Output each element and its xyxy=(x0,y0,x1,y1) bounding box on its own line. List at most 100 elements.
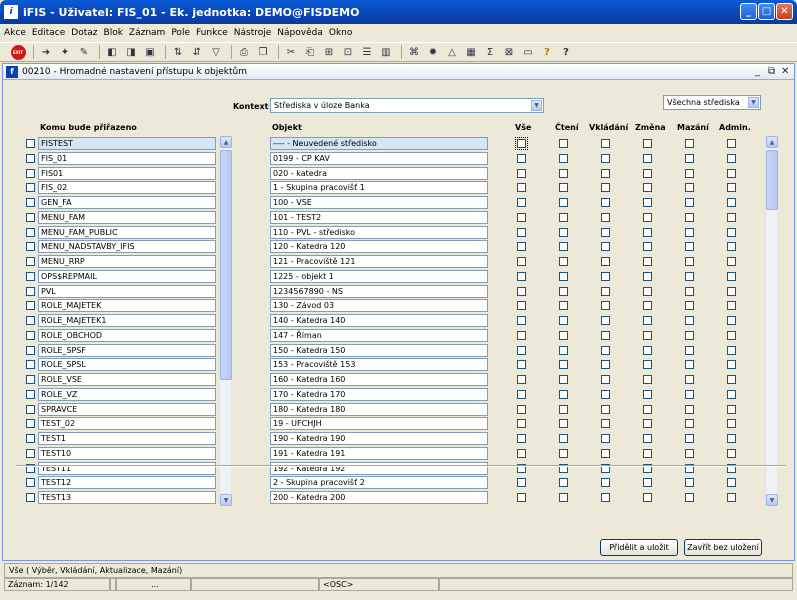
object-field[interactable]: 180 - Katedra 180 xyxy=(270,402,488,416)
menu-item-7[interactable]: Nástroje xyxy=(234,28,272,38)
permission-checkbox[interactable] xyxy=(559,419,568,429)
object-field[interactable]: 110 - PVL - středisko xyxy=(270,225,488,239)
permission-checkbox[interactable] xyxy=(685,434,694,443)
object-field[interactable]: 101 - TEST2 xyxy=(270,210,488,224)
menu-item-3[interactable]: Blok xyxy=(104,28,123,38)
filter-select[interactable]: Všechna střediska ▼ xyxy=(663,95,761,110)
object-field[interactable]: 192 - Katedra 192 xyxy=(270,461,488,475)
assignee-field[interactable]: TEST10 xyxy=(38,446,216,460)
permission-checkbox[interactable] xyxy=(559,286,568,296)
help-icon[interactable]: ? xyxy=(539,44,555,60)
close-without-save-button[interactable]: Zavřít bez uložení xyxy=(684,539,762,556)
permission-checkbox[interactable] xyxy=(517,404,526,414)
permission-checkbox[interactable] xyxy=(727,183,736,193)
scroll-down-icon[interactable]: ▼ xyxy=(220,494,232,506)
row-select-checkbox[interactable] xyxy=(26,375,35,384)
sum-icon[interactable]: Σ xyxy=(482,44,498,60)
permission-checkbox[interactable] xyxy=(685,478,694,488)
permission-checkbox[interactable] xyxy=(559,389,568,399)
object-field[interactable]: 130 - Závod 03 xyxy=(270,299,488,313)
row-select-checkbox[interactable] xyxy=(26,478,35,488)
permission-checkbox[interactable] xyxy=(643,301,652,311)
permission-checkbox[interactable] xyxy=(643,153,652,163)
permission-checkbox[interactable] xyxy=(643,419,652,429)
row-select-checkbox[interactable] xyxy=(26,257,35,266)
permission-checkbox[interactable] xyxy=(517,286,526,296)
list-icon[interactable]: ☰ xyxy=(359,44,375,60)
permission-checkbox[interactable] xyxy=(643,183,652,193)
permission-checkbox[interactable] xyxy=(685,330,694,340)
cut-icon[interactable]: ✂ xyxy=(283,44,299,60)
permission-checkbox[interactable] xyxy=(685,257,694,266)
object-field[interactable]: 121 - Pracoviště 121 xyxy=(270,255,488,268)
clear-icon[interactable]: ✎ xyxy=(76,44,92,60)
assignee-field[interactable]: FIS01 xyxy=(38,166,216,180)
permission-checkbox[interactable] xyxy=(685,198,694,207)
scroll-down-icon[interactable]: ▼ xyxy=(766,494,778,506)
permission-checkbox[interactable] xyxy=(685,375,694,384)
assignee-field[interactable]: TEST13 xyxy=(38,491,216,504)
copy-icon[interactable]: ❐ xyxy=(255,44,271,60)
row-select-checkbox[interactable] xyxy=(26,330,35,340)
permission-checkbox[interactable] xyxy=(727,345,736,355)
object-field[interactable]: 191 - Katedra 191 xyxy=(270,446,488,460)
object-field[interactable]: 170 - Katedra 170 xyxy=(270,387,488,401)
permission-checkbox[interactable] xyxy=(559,375,568,384)
permission-checkbox[interactable] xyxy=(601,345,610,355)
permission-checkbox[interactable] xyxy=(685,183,694,193)
permission-checkbox[interactable] xyxy=(517,301,526,311)
object-field[interactable]: 19 - UFCHJH xyxy=(270,417,488,431)
row-select-checkbox[interactable] xyxy=(26,212,35,222)
permission-checkbox[interactable] xyxy=(727,389,736,399)
assignee-field[interactable]: FIS_01 xyxy=(38,151,216,165)
permission-checkbox[interactable] xyxy=(685,389,694,399)
permission-checkbox[interactable] xyxy=(601,242,610,252)
row-select-checkbox[interactable] xyxy=(26,198,35,207)
permission-checkbox[interactable] xyxy=(685,139,694,148)
chart-icon[interactable]: △ xyxy=(444,44,460,60)
permission-checkbox[interactable] xyxy=(727,242,736,252)
row-select-checkbox[interactable] xyxy=(26,360,35,370)
permission-checkbox[interactable] xyxy=(727,286,736,296)
permission-checkbox[interactable] xyxy=(727,360,736,370)
permission-checkbox[interactable] xyxy=(685,448,694,458)
assign-save-button[interactable]: Přidělit a uložit xyxy=(600,539,678,556)
row-select-checkbox[interactable] xyxy=(26,404,35,414)
permission-checkbox[interactable] xyxy=(517,212,526,222)
permission-checkbox[interactable] xyxy=(559,242,568,252)
form-close-button[interactable]: ✕ xyxy=(781,66,789,77)
permission-checkbox[interactable] xyxy=(559,404,568,414)
records-scrollbar[interactable]: ▲ ▼ xyxy=(765,136,778,506)
permission-checkbox[interactable] xyxy=(643,360,652,370)
columns-icon[interactable]: ▥ xyxy=(378,44,394,60)
permission-checkbox[interactable] xyxy=(643,478,652,488)
save-commit-icon[interactable]: ✦ xyxy=(57,44,73,60)
permission-checkbox[interactable] xyxy=(601,404,610,414)
maximize-button[interactable]: □ xyxy=(758,3,775,20)
object-field[interactable]: 140 - Katedra 140 xyxy=(270,314,488,327)
permission-checkbox[interactable] xyxy=(685,212,694,222)
window-icon[interactable]: ▭ xyxy=(520,44,536,60)
permission-checkbox[interactable] xyxy=(559,330,568,340)
permission-checkbox[interactable] xyxy=(643,345,652,355)
permission-checkbox[interactable] xyxy=(685,271,694,281)
permission-checkbox[interactable] xyxy=(727,448,736,458)
menu-item-1[interactable]: Editace xyxy=(32,28,65,38)
permission-checkbox[interactable] xyxy=(517,434,526,443)
permission-checkbox[interactable] xyxy=(559,316,568,325)
row-select-checkbox[interactable] xyxy=(26,389,35,399)
permission-checkbox[interactable] xyxy=(559,493,568,502)
permission-checkbox[interactable] xyxy=(643,316,652,325)
permission-checkbox[interactable] xyxy=(727,271,736,281)
object-field[interactable]: 1225 - objekt 1 xyxy=(270,269,488,283)
permission-checkbox[interactable] xyxy=(559,360,568,370)
permission-checkbox[interactable] xyxy=(643,493,652,502)
permission-checkbox[interactable] xyxy=(601,493,610,502)
filter-icon[interactable]: ▽ xyxy=(208,44,224,60)
permission-checkbox[interactable] xyxy=(643,212,652,222)
assignee-field[interactable]: ROLE_MAJETEK1 xyxy=(38,314,216,327)
assignee-field[interactable]: TEST11 xyxy=(38,461,216,475)
assignee-field[interactable]: ROLE_MAJETEK xyxy=(38,299,216,313)
permission-checkbox[interactable] xyxy=(643,257,652,266)
row-select-checkbox[interactable] xyxy=(26,168,35,178)
